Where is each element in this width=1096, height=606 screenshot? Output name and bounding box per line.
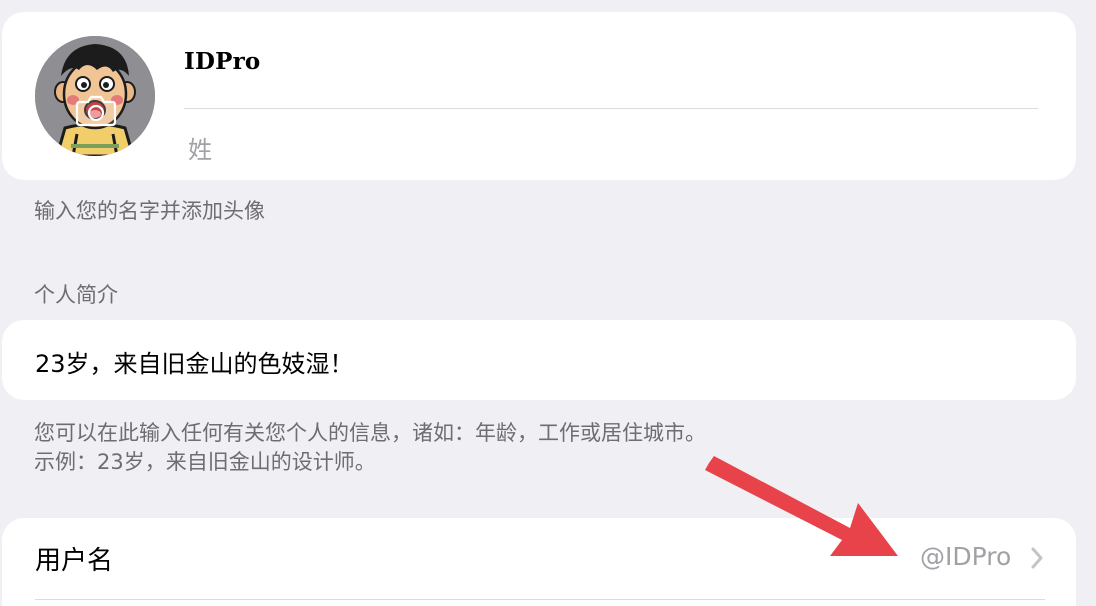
profile-footnote: 输入您的名字并添加头像 (34, 199, 265, 223)
divider (184, 108, 1038, 109)
bio-footnote-line1: 您可以在此输入任何有关您个人的信息，诸如：年龄，工作或居住城市。 (34, 421, 706, 445)
camera-icon[interactable] (75, 93, 117, 127)
bio-input[interactable]: 23岁，来自旧金山的色妓湿！ (35, 344, 354, 379)
username-row[interactable]: 用户名 @IDPro (2, 518, 1076, 606)
first-name-field[interactable]: IDPro (184, 48, 260, 75)
username-label: 用户名 (35, 546, 114, 576)
last-name-field[interactable]: 姓 (188, 130, 212, 165)
username-value: @IDPro (920, 542, 1012, 571)
bio-card: 23岁，来自旧金山的色妓湿！ (2, 320, 1076, 400)
profile-card: IDPro 姓 (2, 12, 1076, 180)
bio-footnote-line2: 示例：23岁，来自旧金山的设计师。 (34, 450, 376, 474)
divider (35, 599, 1045, 600)
bio-section-header: 个人简介 (34, 283, 118, 307)
profile-edit-page: IDPro 姓 输入您的名字并添加头像 个人简介 23岁，来自旧金山的色妓湿！ … (0, 0, 1096, 606)
chevron-right-icon (1031, 547, 1043, 569)
